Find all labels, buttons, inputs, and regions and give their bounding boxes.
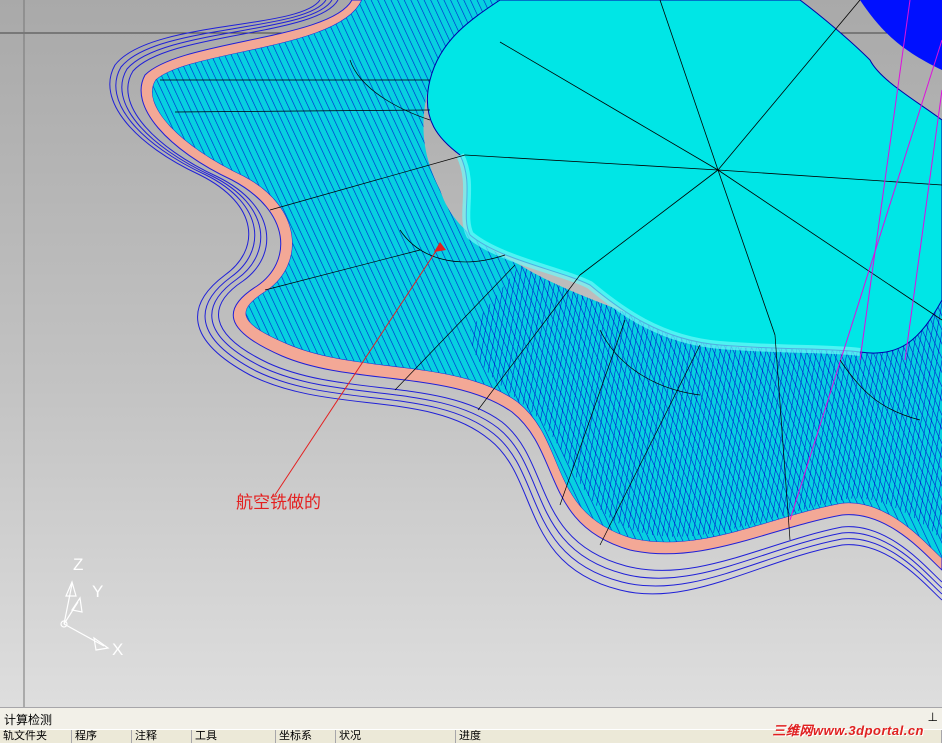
- column-header-coordinate-system[interactable]: 坐标系: [276, 730, 336, 743]
- axis-y-label: Y: [92, 582, 104, 601]
- site-watermark: 三维网www.3dportal.cn: [772, 723, 924, 738]
- wall-solid-top: [860, 0, 942, 70]
- column-header-tool[interactable]: 工具: [192, 730, 276, 743]
- axis-z-label: Z: [73, 555, 84, 574]
- column-header-comment[interactable]: 注释: [132, 730, 192, 743]
- panel-title: 计算检测: [4, 713, 53, 727]
- column-header-program[interactable]: 程序: [72, 730, 132, 743]
- toolpath-view: [0, 0, 942, 707]
- pin-icon[interactable]: ⊥: [928, 710, 938, 724]
- axis-x-label: X: [112, 640, 124, 659]
- column-header-status[interactable]: 状况: [336, 730, 456, 743]
- annotation-label: 航空铣做的: [236, 493, 321, 513]
- 3d-viewport[interactable]: 航空铣做的 Z Y X: [0, 0, 942, 707]
- column-header-folder[interactable]: 轨文件夹: [0, 730, 72, 743]
